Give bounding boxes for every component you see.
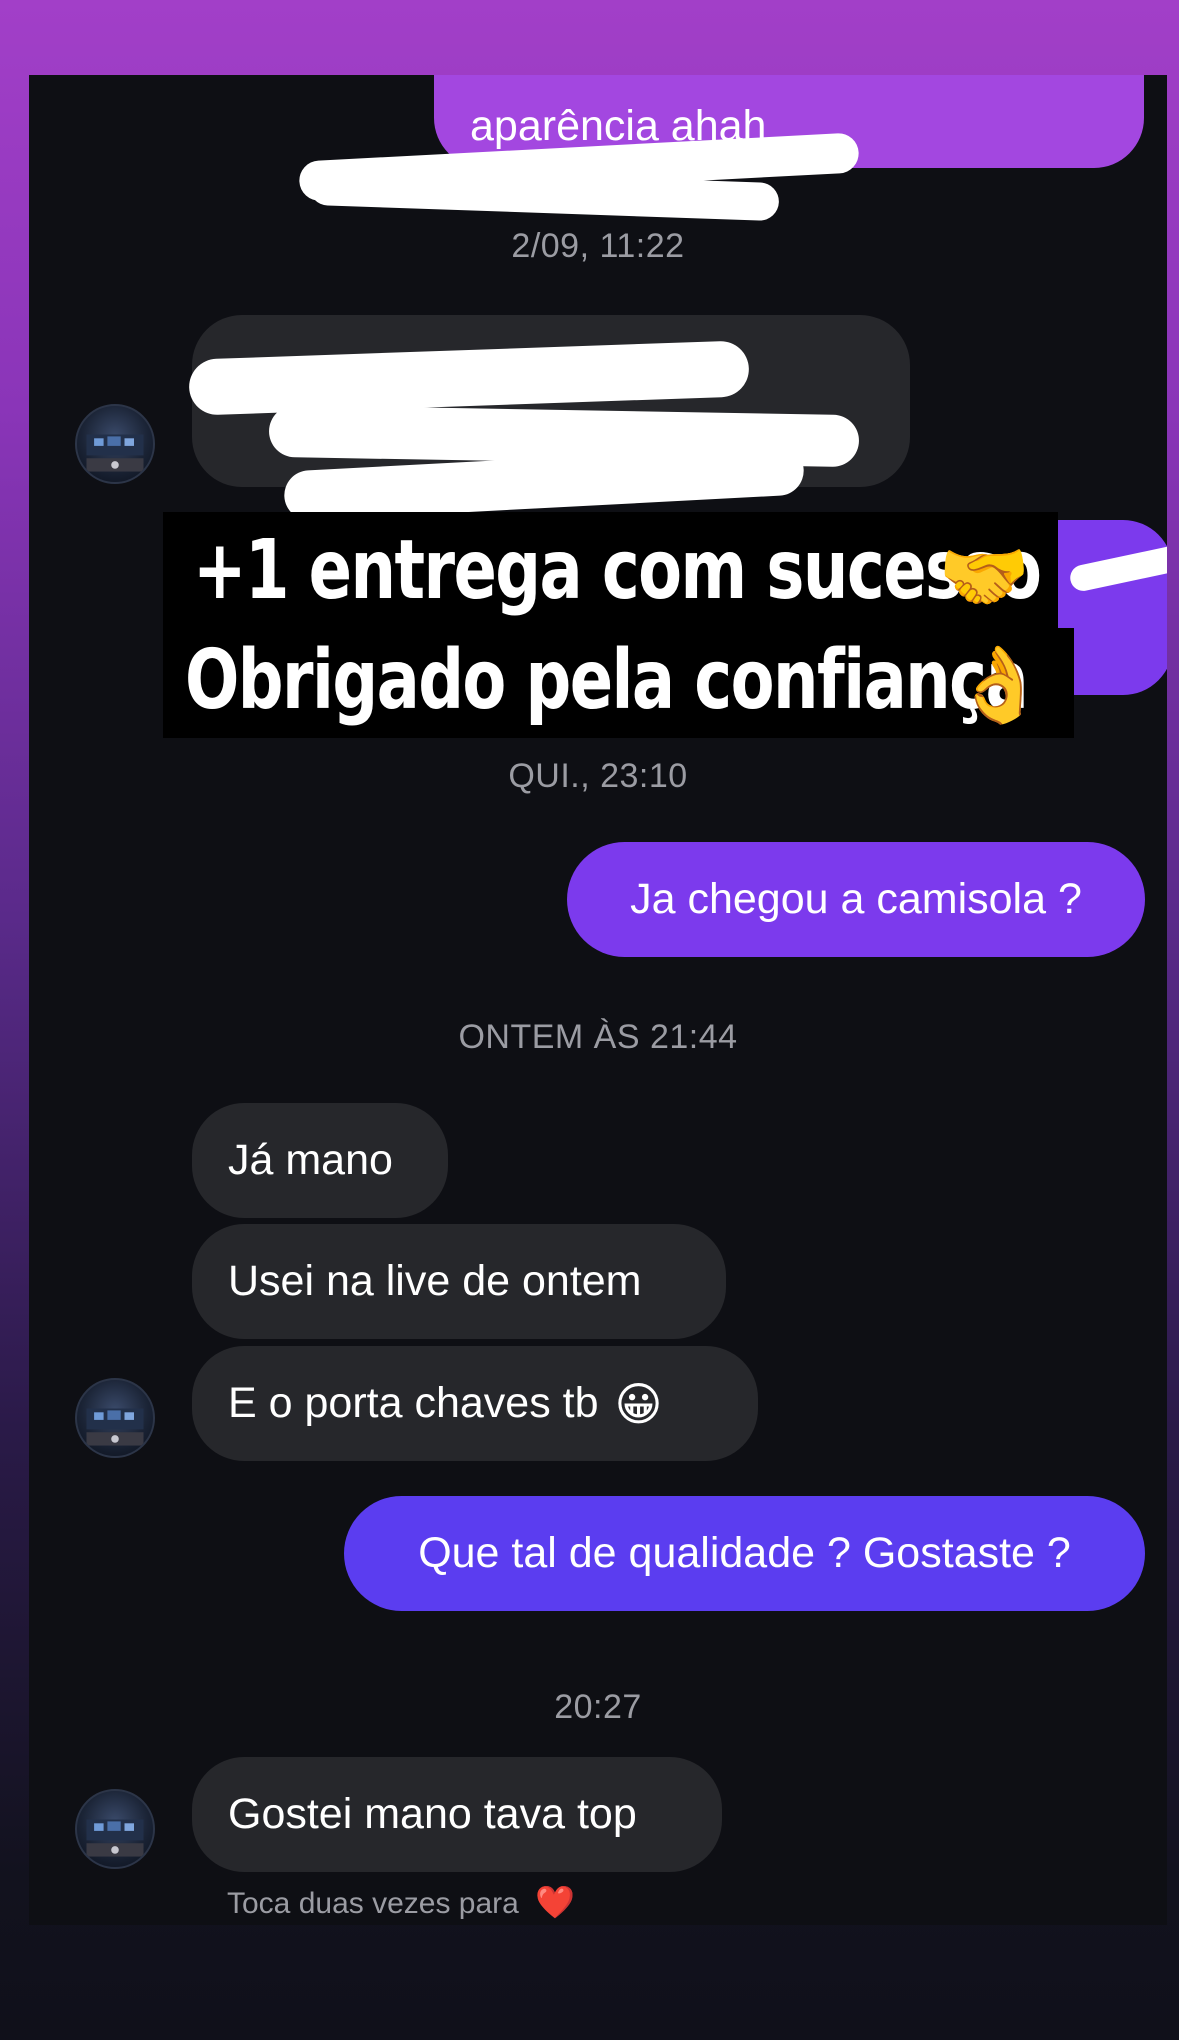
timestamp-divider: QUI., 23:10 (508, 757, 688, 795)
chat-screen: aparência ahah 2/09, 11:22 +1 entrega co… (29, 75, 1167, 1925)
story-caption-overlay: +1 entrega com sucesso 🤝 (163, 512, 1058, 630)
timestamp-divider: 2/09, 11:22 (511, 227, 685, 265)
double-tap-hint: Toca duas vezes para ❤️ (227, 1883, 575, 1921)
studio-photo-icon (86, 1408, 144, 1446)
studio-photo-icon (86, 1819, 144, 1857)
sent-message-text: Que tal de qualidade ? Gostaste ? (418, 1529, 1071, 1577)
contact-avatar[interactable] (75, 1378, 155, 1458)
sent-message-text: Ja chegou a camisola ? (630, 875, 1082, 923)
timestamp-divider: ONTEM ÀS 21:44 (458, 1018, 738, 1056)
received-message-text: Gostei mano tava top (228, 1790, 637, 1838)
received-message[interactable]: Usei na live de ontem (192, 1224, 726, 1339)
sent-message[interactable]: Que tal de qualidade ? Gostaste ? (344, 1496, 1145, 1611)
handshake-icon: 🤝 (938, 534, 1031, 620)
grin-icon: 😀 (614, 1377, 663, 1430)
received-message-text: Já mano (228, 1136, 393, 1184)
heart-icon: ❤️ (535, 1884, 576, 1920)
sent-message[interactable]: Ja chegou a camisola ? (567, 842, 1145, 957)
contact-avatar[interactable] (75, 404, 155, 484)
story-caption-overlay-2: Obrigado pela confiança 👌 (163, 628, 1074, 738)
received-message-text: Usei na live de ontem (228, 1257, 642, 1305)
contact-avatar[interactable] (75, 1789, 155, 1869)
ok-hand-icon: 👌 (953, 642, 1046, 728)
received-message[interactable]: Gostei mano tava top (192, 1757, 722, 1872)
caption-line-2: Obrigado pela confiança (185, 633, 1029, 728)
received-message-text: E o porta chaves tb (228, 1379, 599, 1427)
received-message[interactable]: Já mano (192, 1103, 448, 1218)
studio-photo-icon (86, 434, 144, 472)
received-message[interactable]: E o porta chaves tb 😀 (192, 1346, 758, 1461)
timestamp-divider: 20:27 (554, 1688, 642, 1726)
double-tap-hint-text: Toca duas vezes para (227, 1887, 519, 1920)
caption-line-1: +1 entrega com sucesso (193, 523, 1042, 618)
